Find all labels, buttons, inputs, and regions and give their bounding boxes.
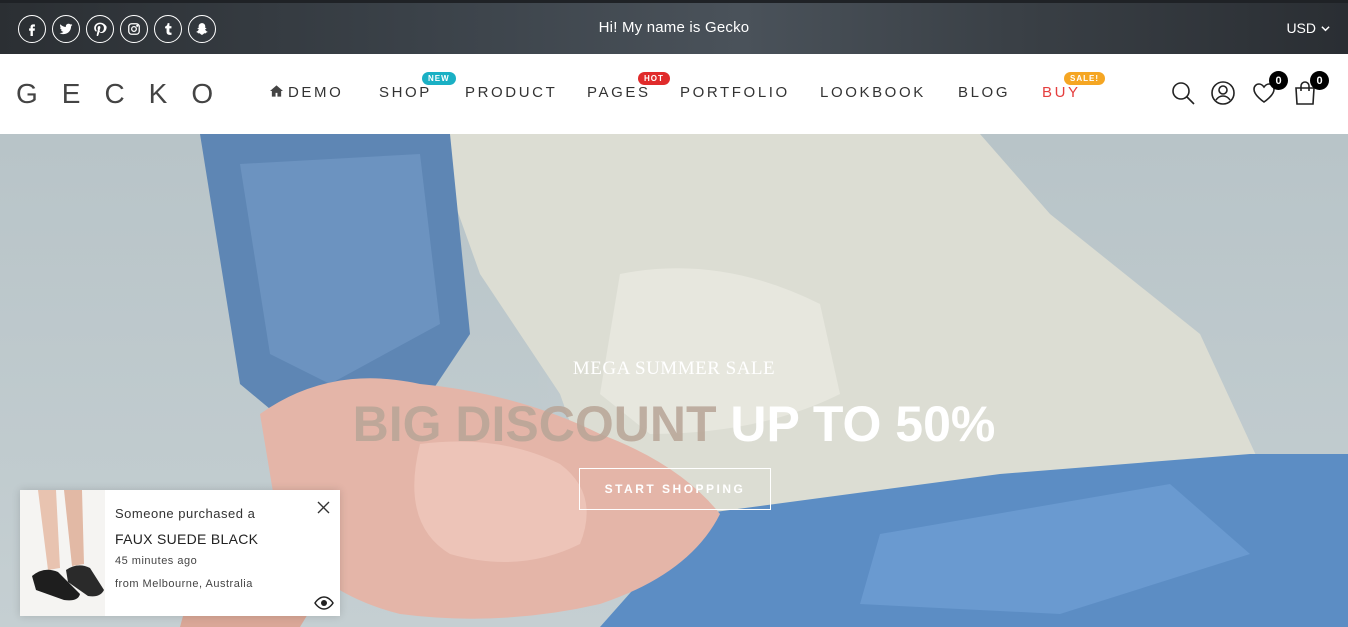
currency-selector[interactable]: USD	[1286, 20, 1330, 36]
nav-label: BLOG	[958, 84, 1011, 101]
hero-kicker: MEGA SUMMER SALE	[572, 358, 776, 379]
close-icon[interactable]	[317, 501, 330, 514]
popup-time: 45 minutes ago	[115, 555, 198, 567]
nav-label: SHOP	[379, 84, 432, 101]
new-badge: NEW	[422, 72, 456, 85]
recent-purchase-popup[interactable]: Someone purchased a FAUX SUEDE BLACK 45 …	[20, 490, 340, 616]
site-logo[interactable]: GECKO	[16, 78, 237, 110]
nav-item-pages[interactable]: PAGES HOT	[587, 72, 670, 101]
nav-item-blog[interactable]: BLOG	[958, 84, 1010, 101]
sale-badge: SALE!	[1064, 72, 1105, 85]
eye-icon[interactable]	[314, 596, 334, 610]
product-thumbnail[interactable]	[20, 490, 105, 616]
cart-count: 0	[1310, 71, 1329, 90]
popup-product-name[interactable]: FAUX SUEDE BLACK	[115, 531, 258, 547]
hot-badge: HOT	[638, 72, 670, 85]
account-icon[interactable]	[1210, 80, 1238, 108]
nav-label: PORTFOLIO	[680, 84, 790, 101]
nav-item-buy[interactable]: BUY SALE!	[1042, 72, 1105, 101]
nav-item-lookbook[interactable]: LOOKBOOK	[820, 84, 926, 101]
wishlist-button[interactable]: 0	[1251, 71, 1288, 108]
hero-headline: BIG DISCOUNT UP TO 50%	[0, 395, 1348, 453]
chevron-down-icon	[1321, 25, 1330, 31]
nav-label: PAGES	[587, 84, 651, 101]
start-shopping-button[interactable]: START SHOPPING	[579, 468, 771, 510]
nav-item-portfolio[interactable]: PORTFOLIO	[680, 84, 790, 101]
header-actions: 0 0	[1170, 71, 1330, 110]
cart-button[interactable]: 0	[1292, 71, 1329, 108]
popup-info: Someone purchased a FAUX SUEDE BLACK 45 …	[105, 490, 258, 616]
nav-item-demo[interactable]: DEMO	[270, 84, 343, 101]
nav-label: PRODUCT	[465, 84, 558, 101]
nav-item-product[interactable]: PRODUCT	[465, 84, 557, 101]
currency-label: USD	[1286, 20, 1316, 36]
popup-location: from Melbourne, Australia	[115, 578, 253, 590]
popup-message: Someone purchased a	[115, 506, 256, 521]
greeting-text: Hi! My name is Gecko	[598, 19, 750, 36]
main-header: GECKO DEMO SHOP NEW PRODUCT PAGES HOT PO…	[0, 54, 1348, 134]
headline-muted: BIG DISCOUNT	[352, 396, 717, 452]
search-icon[interactable]	[1170, 80, 1198, 108]
nav-label: DEMO	[288, 84, 344, 101]
home-icon	[270, 85, 283, 97]
top-bar: Hi! My name is Gecko USD	[0, 0, 1348, 54]
nav-item-shop[interactable]: SHOP NEW	[379, 72, 456, 101]
headline-bright: UP TO 50%	[730, 396, 996, 452]
nav-label: LOOKBOOK	[820, 84, 926, 101]
wishlist-count: 0	[1269, 71, 1288, 90]
nav-label: BUY	[1042, 84, 1081, 101]
